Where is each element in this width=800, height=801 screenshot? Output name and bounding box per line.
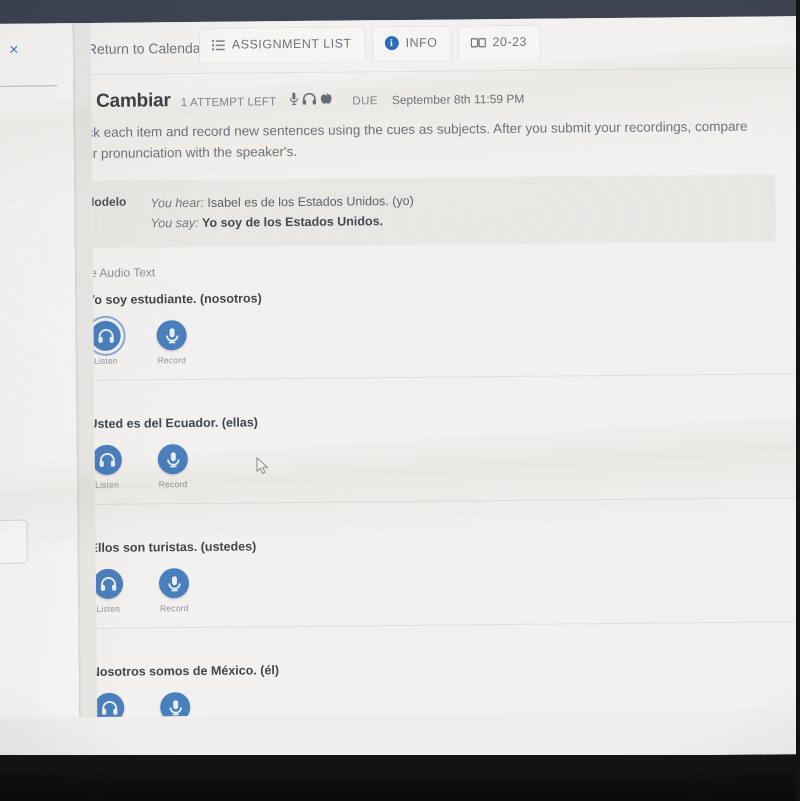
- photo-capture: VHL Central × f l s Retur: [0, 0, 800, 801]
- item-controls: Listen Record: [91, 548, 800, 614]
- tab-pages-20-23[interactable]: 20-23: [457, 24, 542, 60]
- microphone-icon: [158, 568, 190, 599]
- listen-label: Listen: [95, 479, 120, 490]
- item-divider: [90, 621, 800, 630]
- headphones-icon: [91, 444, 122, 475]
- modelo-hear-line: You hear: Isabel es de los Estados Unido…: [150, 191, 414, 214]
- instructions-text: Click each item and record new sentences…: [90, 118, 748, 162]
- mouse-cursor: [256, 456, 270, 475]
- modelo-say-label: You say:: [150, 216, 199, 231]
- hide-audio-text-link[interactable]: Hide Audio Text: [91, 265, 156, 280]
- list-icon: [211, 39, 225, 51]
- tab-info[interactable]: i INFO: [371, 25, 452, 61]
- page-title: 2 - Cambiar: [91, 90, 171, 112]
- desk-bezel: [0, 755, 800, 801]
- tab-info-label: INFO: [405, 35, 438, 50]
- modelo-content: You hear: Isabel es de los Estados Unido…: [150, 191, 414, 234]
- exercise-item: 3. Ellos son turistas. (ustedes): [90, 534, 800, 630]
- divider: [0, 85, 58, 88]
- close-icon[interactable]: ×: [5, 42, 23, 60]
- item-controls: Listen Record: [91, 424, 800, 490]
- listen-button[interactable]: Listen: [91, 568, 129, 614]
- record-label: Record: [157, 355, 187, 366]
- exercise-item: 1. Yo soy estudiante. (nosotros): [90, 286, 800, 382]
- record-label: Record: [158, 479, 188, 490]
- background-button[interactable]: s: [0, 519, 28, 565]
- due-label: DUE: [352, 95, 378, 108]
- return-to-calendar-label: Return to Calendar: [90, 39, 206, 58]
- microphone-icon: [157, 444, 188, 475]
- item-divider: [90, 373, 800, 382]
- screen-plane: VHL Central × f l s Retur: [0, 0, 800, 763]
- attempts-label: 1 ATTEMPT LEFT: [180, 96, 277, 110]
- headphones-icon: [90, 320, 121, 351]
- background-window: × f l s: [0, 23, 81, 719]
- listen-button[interactable]: Listen: [91, 444, 127, 490]
- record-button[interactable]: Record: [155, 692, 195, 717]
- listen-button[interactable]: Listen: [90, 320, 126, 366]
- assignment-header: 2 - Cambiar 1 ATTEMPT LEFT: [91, 84, 800, 113]
- record-button[interactable]: Record: [151, 320, 191, 365]
- screen-edge: [796, 0, 800, 801]
- headphones-icon: [94, 692, 125, 717]
- nav-divider: [91, 66, 800, 75]
- due-date: September 8th 11:59 PM: [391, 91, 525, 108]
- record-label: Record: [159, 603, 189, 614]
- listen-button[interactable]: Listen: [91, 692, 130, 717]
- microphone-icon: [289, 92, 298, 110]
- item-controls: Listen Record: [90, 300, 800, 366]
- info-icon: i: [384, 36, 399, 51]
- listen-label: Listen: [96, 603, 121, 614]
- book-icon: [470, 37, 486, 48]
- record-button[interactable]: Record: [154, 568, 194, 613]
- modelo-box: Modelo You hear: Isabel es de los Estado…: [90, 174, 776, 248]
- tab-pages-20-23-label: 20-23: [492, 34, 528, 50]
- headphones-icon: [92, 568, 124, 599]
- exercise-items: 1. Yo soy estudiante. (nosotros): [90, 286, 800, 717]
- item-divider: [90, 497, 800, 506]
- vhl-assignment-panel: Return to Calendar ASSIGNMENT LIST i INF…: [90, 15, 800, 717]
- nav-tabs: ASSIGNMENT LIST i INFO 20-23: [198, 24, 542, 62]
- tab-assignment-list[interactable]: ASSIGNMENT LIST: [198, 26, 366, 62]
- nav-bar: Return to Calendar ASSIGNMENT LIST i INF…: [91, 16, 800, 75]
- item-controls: Listen Record: [91, 672, 800, 717]
- tab-assignment-list-label: ASSIGNMENT LIST: [231, 36, 352, 52]
- exercise-item: 4. Nosotros somos de México. (él): [91, 658, 800, 717]
- return-to-calendar-link[interactable]: Return to Calendar: [91, 40, 206, 57]
- listen-label: Listen: [93, 355, 118, 366]
- modelo-hear-label: You hear:: [150, 195, 204, 211]
- microphone-icon: [156, 320, 187, 351]
- record-button[interactable]: Record: [153, 444, 193, 489]
- apple-icon: [320, 92, 332, 110]
- headphones-icon: [302, 92, 317, 110]
- exercise-item: 2. Usted es del Ecuador. (ellas): [90, 410, 800, 506]
- microphone-icon: [160, 692, 191, 717]
- modelo-say-line: You say: Yo soy de los Estados Unidos.: [150, 211, 414, 234]
- modelo-hear-text: Isabel es de los Estados Unidos. (yo): [207, 193, 414, 210]
- modelo-say-text: Yo soy de los Estados Unidos.: [201, 214, 384, 231]
- modelo-label: Modelo: [90, 194, 127, 210]
- assignment-status-icons: [289, 92, 332, 110]
